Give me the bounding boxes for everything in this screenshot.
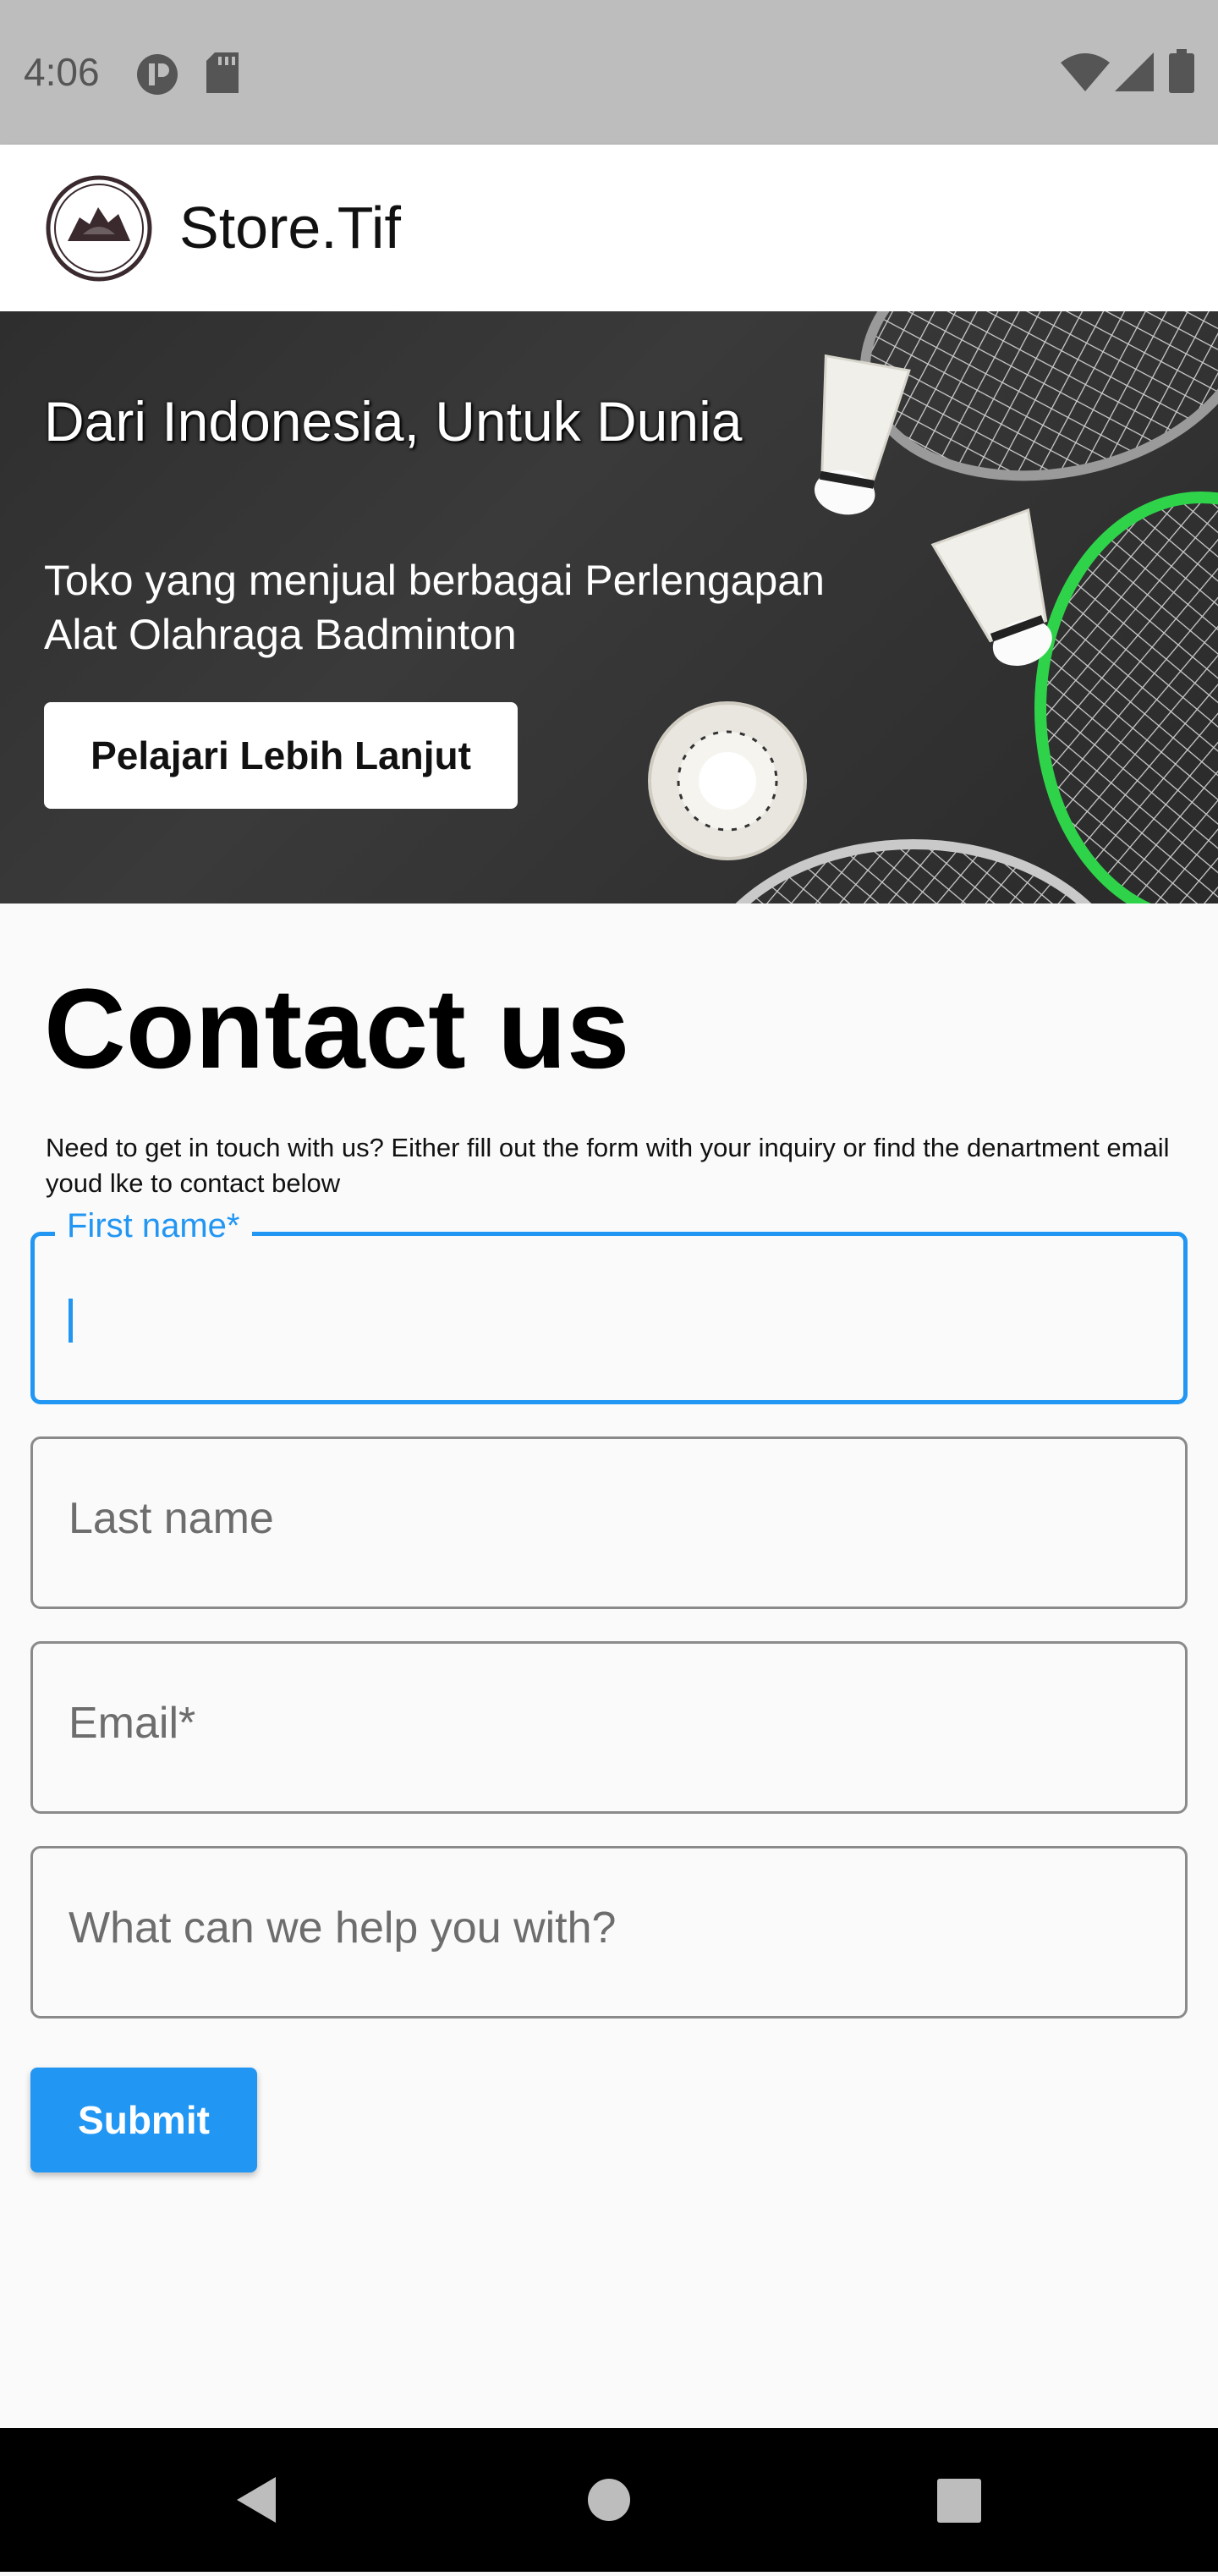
last-name-field[interactable]: Last name [30,1436,1188,1609]
app-title: Store.Tif [179,195,401,261]
contact-description: Need to get in touch with us? Either fil… [46,1133,1170,1198]
message-field[interactable]: What can we help you with? [30,1846,1188,2019]
text-cursor [69,1299,73,1343]
first-name-label: First name* [55,1207,252,1245]
signal-icon [1115,52,1154,96]
contact-title: Contact us [44,966,630,1092]
email-field[interactable]: Email* [30,1641,1188,1814]
battery-icon [1169,49,1194,97]
message-label: What can we help you with? [69,1903,617,1953]
hero-banner: Dari Indonesia, Untuk Dunia Toko yang me… [0,311,1218,904]
first-name-field[interactable]: First name* [30,1207,1188,1404]
wifi-icon [1061,52,1110,97]
store-logo[interactable] [46,175,152,282]
status-time: 4:06 [24,50,100,94]
learn-more-button[interactable]: Pelajari Lebih Lanjut [44,702,518,809]
back-icon[interactable] [169,2428,338,2572]
sd-card-icon [206,52,240,97]
app-bar: Store.Tif [0,145,1218,311]
recents-icon[interactable] [875,2428,1044,2572]
home-icon[interactable] [524,2428,694,2572]
privacy-indicator-icon [135,52,179,101]
hero-title: Dari Indonesia, Untuk Dunia [44,390,743,453]
hero-subtitle: Toko yang menjual berbagai Perlengapan A… [44,557,825,658]
email-label: Email* [69,1699,196,1748]
status-bar: 4:06 [0,0,1218,145]
last-name-label: Last name [69,1494,274,1543]
navigation-bar [0,2428,1218,2572]
submit-button[interactable]: Submit [30,2068,257,2172]
